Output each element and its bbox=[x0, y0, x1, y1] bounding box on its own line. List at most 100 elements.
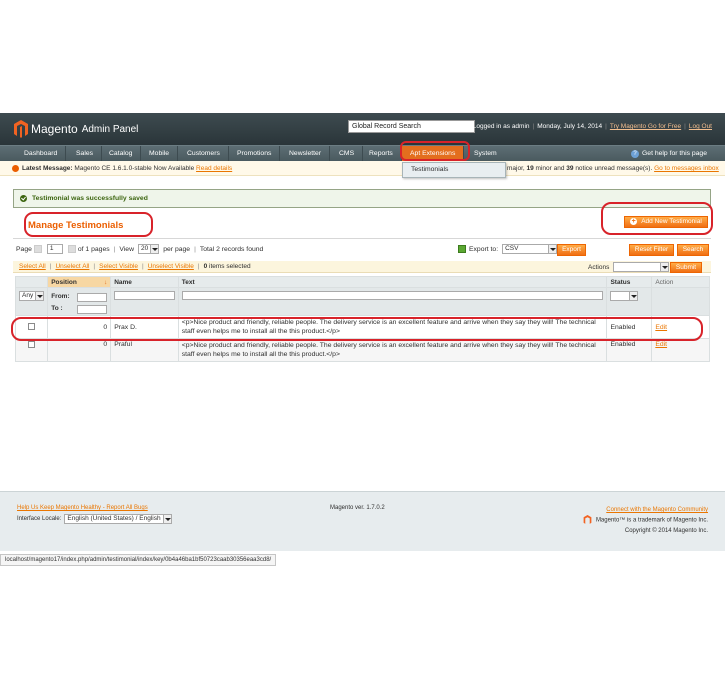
chevron-down-icon bbox=[150, 245, 159, 253]
notice-text: Magento CE 1.6.1.0-stable Now Available bbox=[74, 165, 195, 172]
per-page-value: 20 bbox=[141, 245, 149, 252]
header-checkbox bbox=[14, 276, 49, 288]
nav-customers[interactable]: Customers bbox=[179, 146, 229, 161]
reset-filter-button[interactable]: Reset Filter bbox=[629, 244, 674, 256]
page-input[interactable]: 1 bbox=[46, 244, 63, 254]
export-format-value: CSV bbox=[505, 245, 519, 252]
help-link[interactable]: ? Get help for this page bbox=[631, 146, 707, 161]
help-label: Get help for this page bbox=[642, 150, 707, 157]
view-label: View bbox=[119, 245, 134, 253]
grid-filter-row: Any From: To : bbox=[14, 287, 710, 316]
name-filter-input[interactable] bbox=[114, 291, 175, 300]
footer: Help Us Keep Magento Healthy - Report Al… bbox=[0, 491, 725, 551]
unselect-all-link[interactable]: Unselect All bbox=[55, 263, 89, 270]
logout-link[interactable]: Log Out bbox=[689, 123, 712, 130]
community-link[interactable]: Connect with the Magento Community bbox=[606, 507, 708, 513]
chevron-down-icon bbox=[629, 292, 638, 300]
locale-select[interactable]: English (United States) / English bbox=[64, 514, 172, 524]
success-text: Testimonial was successfully saved bbox=[32, 195, 148, 202]
prev-page-icon[interactable] bbox=[33, 245, 42, 253]
selected-label: items selected bbox=[209, 263, 251, 270]
nav-promotions[interactable]: Promotions bbox=[229, 146, 281, 161]
admin-header: Magento Admin Panel Global Record Search… bbox=[0, 113, 725, 145]
select-all-link[interactable]: Select All bbox=[19, 263, 46, 270]
nav-catalog[interactable]: Catalog bbox=[101, 146, 142, 161]
row-edit-link[interactable]: Edit bbox=[655, 324, 667, 331]
any-filter-select[interactable]: Any bbox=[19, 291, 45, 301]
sort-arrow-icon: ↓ bbox=[103, 278, 108, 286]
header-text[interactable]: Text bbox=[177, 276, 608, 288]
notice-summary-b: minor and bbox=[533, 165, 567, 172]
header-position[interactable]: Position ↓ bbox=[47, 276, 112, 288]
chevron-down-icon bbox=[35, 292, 44, 300]
header-position-label: Position bbox=[51, 278, 77, 286]
row-name: Praful bbox=[110, 338, 179, 362]
locale-label: Interface Locale: bbox=[17, 516, 62, 522]
nav-reports[interactable]: Reports bbox=[361, 146, 402, 161]
row-position: 0 bbox=[47, 315, 112, 339]
nav-newsletter[interactable]: Newsletter bbox=[281, 146, 331, 161]
next-page-icon[interactable] bbox=[67, 245, 76, 253]
actions-select[interactable] bbox=[613, 262, 670, 272]
header-status[interactable]: Status bbox=[606, 276, 653, 288]
actions-controls: Actions bbox=[588, 262, 670, 272]
nav-system[interactable]: System bbox=[466, 146, 505, 161]
grid-header-row: Position ↓ Name Text Status Action bbox=[14, 276, 710, 288]
position-to-input[interactable] bbox=[77, 304, 108, 314]
add-button-label: Add New Testimonial bbox=[641, 218, 702, 225]
nav-dashboard[interactable]: Dashboard bbox=[16, 146, 67, 161]
chevron-down-icon bbox=[162, 515, 171, 523]
nav-apt-extensions[interactable]: Apt Extensions bbox=[402, 146, 465, 161]
add-new-testimonial-button[interactable]: + Add New Testimonial bbox=[624, 216, 708, 228]
export-button[interactable]: Export bbox=[557, 244, 586, 256]
notice-label: Latest Message: bbox=[22, 165, 73, 172]
nav-mobile[interactable]: Mobile bbox=[141, 146, 179, 161]
text-filter-input[interactable] bbox=[181, 291, 604, 300]
success-message: Testimonial was successfully saved bbox=[13, 189, 711, 208]
messages-inbox-link[interactable]: Go to messages inbox bbox=[654, 165, 719, 172]
try-magento-link[interactable]: Try Magento Go for Free bbox=[610, 123, 681, 130]
row-checkbox[interactable] bbox=[28, 341, 36, 348]
browser-status-url: localhost/magento17/index.php/admin/test… bbox=[0, 554, 277, 566]
locale-value: English (United States) / English bbox=[67, 515, 161, 522]
success-check-icon bbox=[20, 195, 27, 202]
logo-subtitle: Admin Panel bbox=[81, 123, 139, 135]
main-nav: Dashboard Sales Catalog Mobile Customers… bbox=[0, 145, 725, 161]
help-icon: ? bbox=[631, 150, 639, 158]
row-text: <p>Nice product and friendly, reliable p… bbox=[177, 315, 608, 339]
notice-notice-count: 39 bbox=[566, 165, 574, 172]
magento-logo[interactable]: Magento Admin Panel bbox=[14, 120, 138, 138]
logged-in-text: Logged in as admin bbox=[472, 123, 530, 130]
header-name[interactable]: Name bbox=[110, 276, 179, 288]
row-status: Enabled bbox=[606, 338, 653, 362]
page-label: Page bbox=[16, 245, 32, 253]
nav-sales[interactable]: Sales bbox=[68, 146, 103, 161]
table-row[interactable]: 0 Praful <p>Nice product and friendly, r… bbox=[14, 338, 710, 362]
notice-minor-count: 19 bbox=[526, 165, 534, 172]
global-search-input[interactable]: Global Record Search bbox=[348, 120, 475, 133]
nav-cms[interactable]: CMS bbox=[331, 146, 364, 161]
export-format-select[interactable]: CSV bbox=[502, 244, 558, 254]
total-records: Total 2 records found bbox=[199, 245, 264, 253]
testimonials-menu-item[interactable]: Testimonials bbox=[402, 162, 506, 178]
row-position: 0 bbox=[47, 338, 112, 362]
report-bugs-link[interactable]: Help Us Keep Magento Healthy - Report Al… bbox=[17, 505, 148, 511]
title-divider bbox=[13, 238, 711, 239]
search-button[interactable]: Search bbox=[677, 244, 709, 256]
row-text: <p>Nice product and friendly, reliable p… bbox=[177, 338, 608, 362]
to-label: To : bbox=[51, 305, 63, 312]
submit-button[interactable]: Submit bbox=[670, 262, 702, 273]
per-page-select[interactable]: 20 bbox=[138, 244, 160, 254]
row-checkbox[interactable] bbox=[28, 322, 36, 330]
date-text: Monday, July 14, 2014 bbox=[537, 123, 603, 130]
unselect-visible-link[interactable]: Unselect Visible bbox=[148, 263, 194, 270]
export-controls: Export to: CSV bbox=[458, 244, 558, 254]
row-edit-link[interactable]: Edit bbox=[655, 341, 667, 348]
table-row[interactable]: 0 Prax D. <p>Nice product and friendly, … bbox=[14, 315, 710, 339]
select-visible-link[interactable]: Select Visible bbox=[99, 263, 138, 270]
read-details-link[interactable]: Read details bbox=[196, 165, 232, 172]
position-from-input[interactable] bbox=[77, 292, 108, 302]
user-bar: Logged in as admin | Monday, July 14, 2014… bbox=[472, 123, 712, 130]
status-filter-select[interactable] bbox=[610, 291, 639, 301]
of-pages-text: of 1 pages bbox=[77, 245, 110, 253]
